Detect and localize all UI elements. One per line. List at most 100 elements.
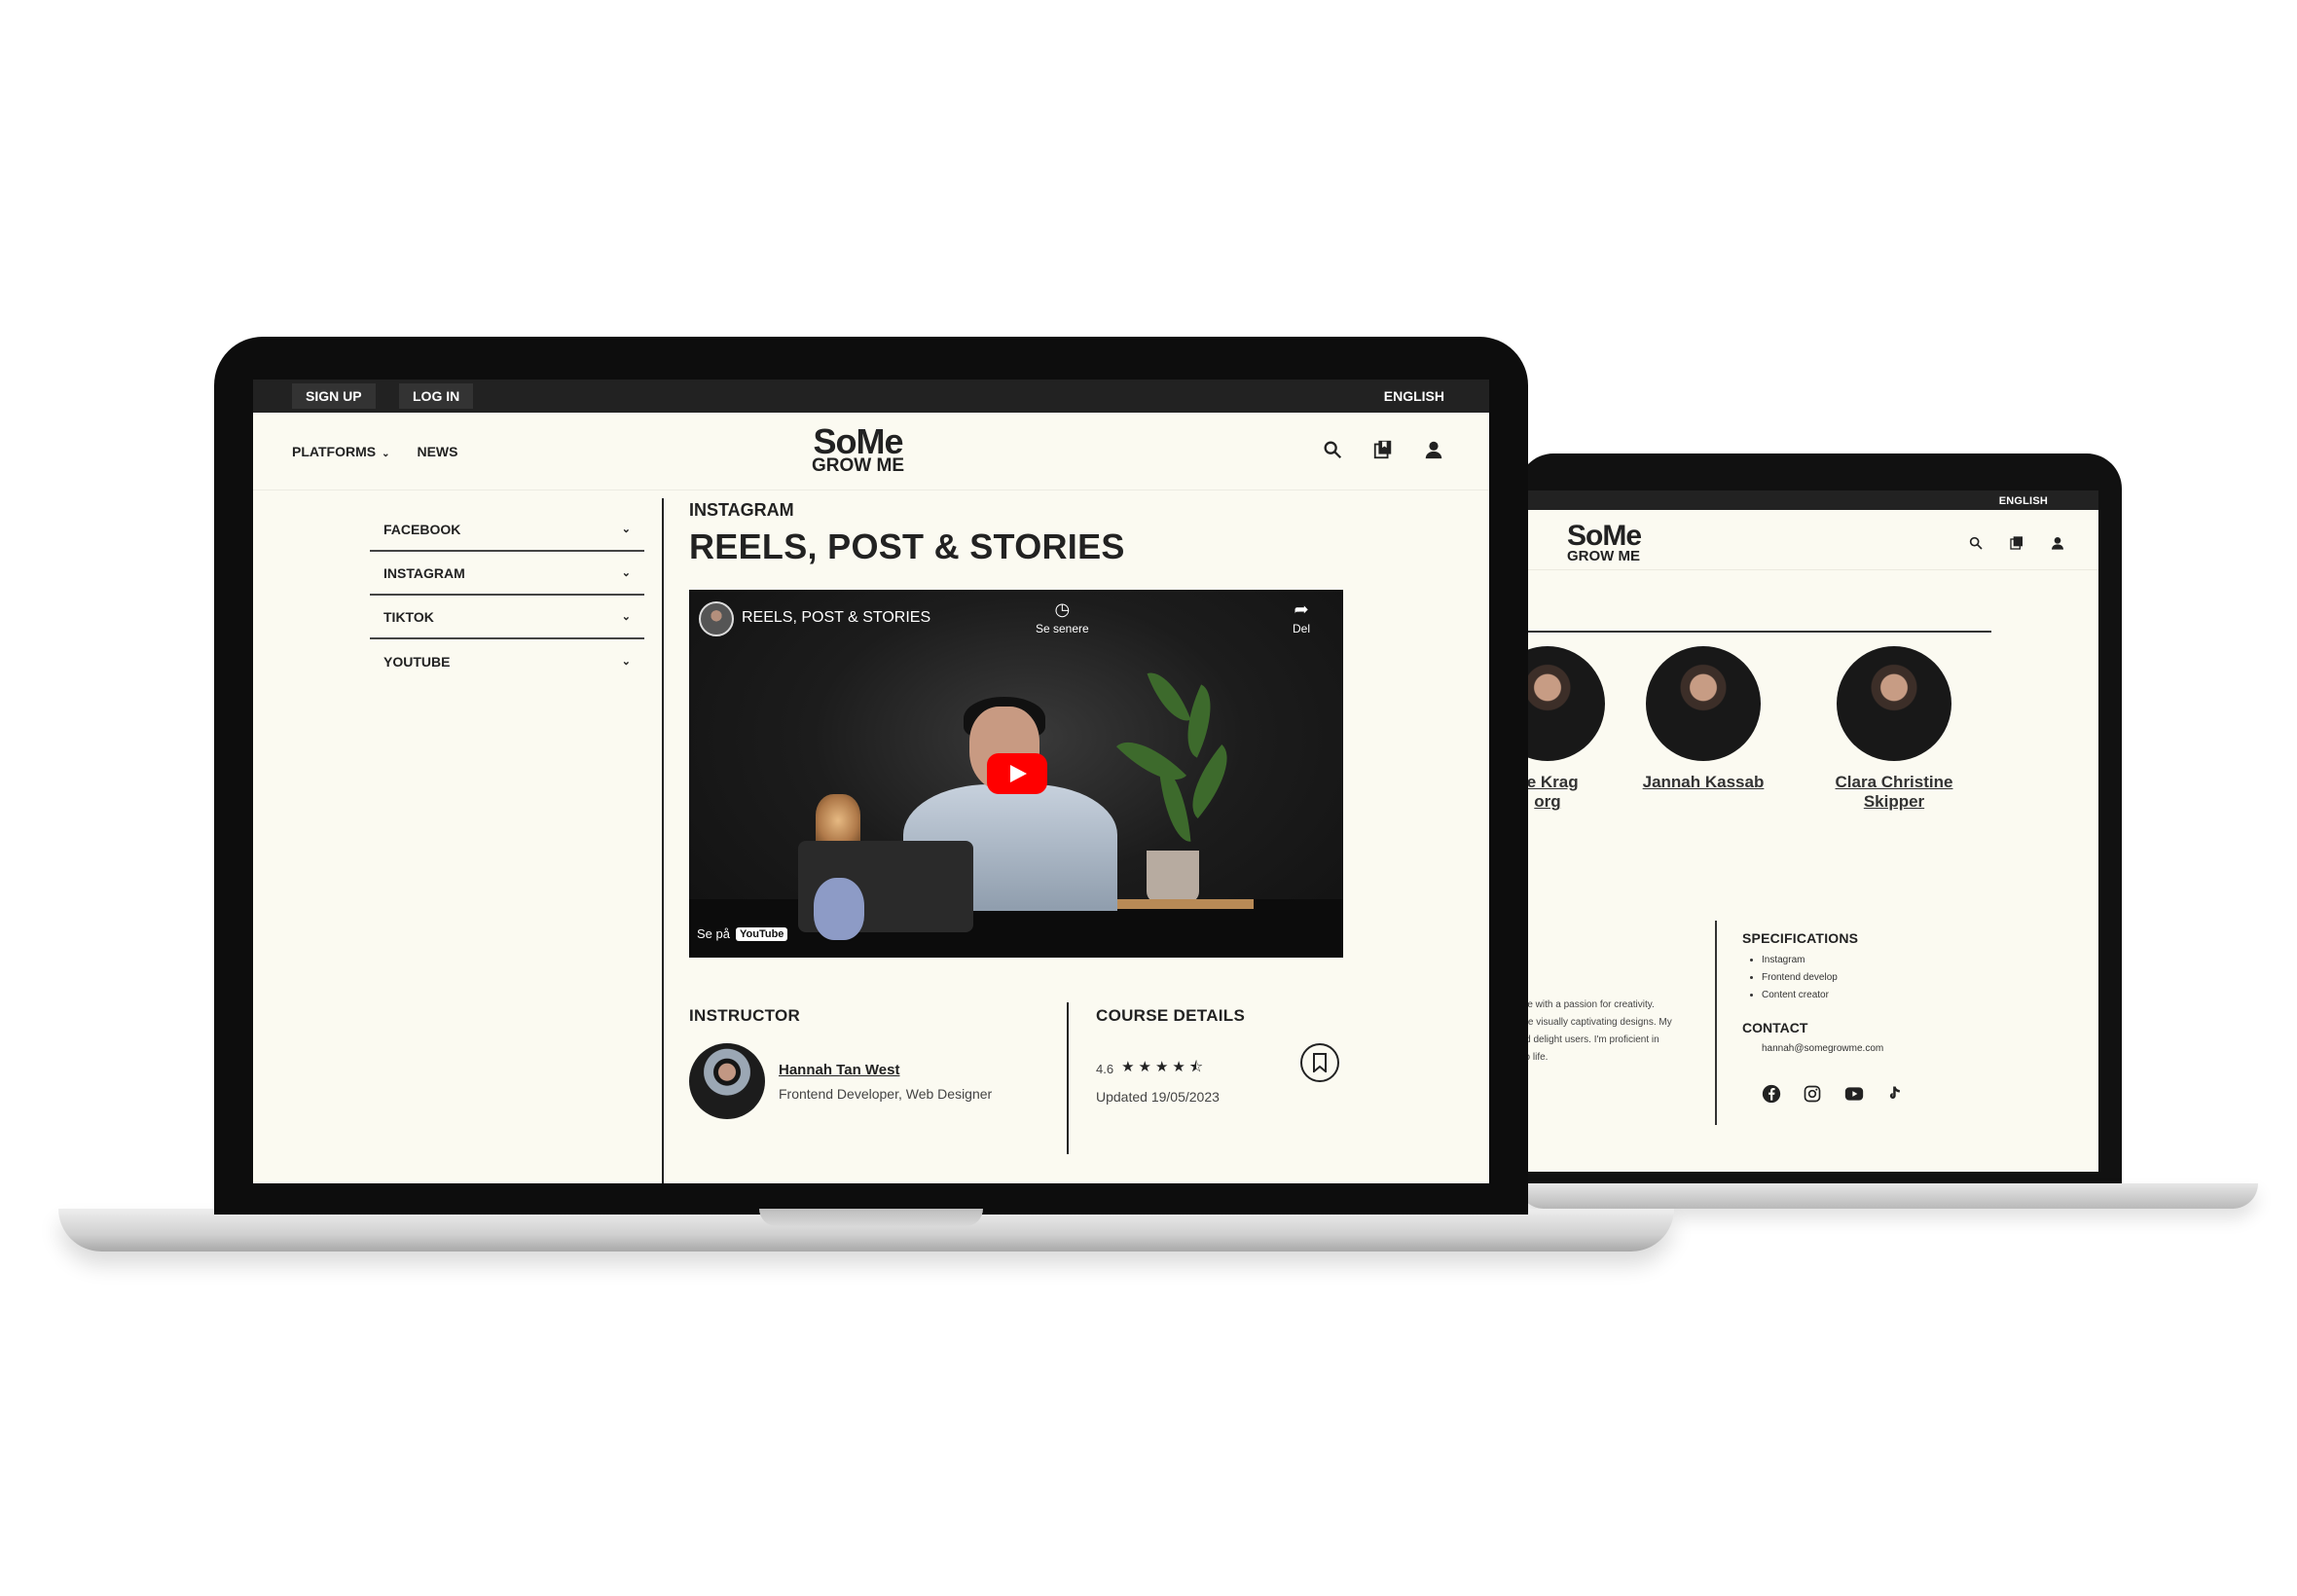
site-logo[interactable]: SoMe GROW ME	[812, 421, 904, 476]
facebook-icon[interactable]	[1762, 1084, 1781, 1104]
content-divider	[662, 498, 664, 1183]
share-icon: ➦	[1294, 599, 1309, 619]
back-logo-line1: SoMe	[1567, 520, 1642, 552]
watch-later-button[interactable]: ◷ Se senere	[1036, 599, 1089, 635]
sidebar-item-youtube[interactable]: YOUTUBE ⌄	[370, 639, 644, 683]
sidebar-item-instagram[interactable]: INSTAGRAM ⌄	[370, 552, 644, 596]
watch-later-label: Se senere	[1036, 622, 1089, 635]
spec-item: Instagram	[1762, 952, 1858, 969]
video-title[interactable]: REELS, POST & STORIES	[742, 609, 930, 627]
main-nav: PLATFORMS ⌄ NEWS	[292, 444, 457, 459]
chevron-down-icon: ⌄	[621, 656, 631, 668]
instagram-icon[interactable]	[1803, 1084, 1822, 1104]
tiktok-icon[interactable]	[1884, 1084, 1904, 1104]
chevron-down-icon: ⌄	[621, 524, 631, 535]
logo-line2: GROW ME	[812, 455, 904, 476]
play-button[interactable]	[987, 753, 1047, 794]
nav-news[interactable]: NEWS	[417, 444, 457, 459]
bio-line: and delight users. I'm proficient in	[1528, 1034, 1659, 1045]
sign-up-button[interactable]: SIGN UP	[292, 383, 376, 409]
instructor-name[interactable]: lte Kragorg	[1528, 773, 1625, 813]
video-player[interactable]: REELS, POST & STORIES ◷ Se senere ➦ Del Se…	[689, 590, 1343, 958]
spec-item: Content creator	[1762, 987, 1858, 1004]
instructor-section: INSTRUCTOR Hannah Tan West Frontend Deve…	[689, 1006, 992, 1119]
sidebar-item-label: INSTAGRAM	[383, 564, 465, 581]
chevron-down-icon: ⌄	[382, 449, 390, 459]
course-details: COURSE DETAILS 4.6 ★★★★⯪ Updated 19/05/2…	[1096, 1006, 1245, 1105]
back-laptop: ENGLISH SoMe GROW ME lte Kragorg	[1518, 453, 2258, 1209]
course-header: INSTAGRAM REELS, POST & STORIES	[689, 500, 1125, 567]
bookmark-icon	[1313, 1053, 1327, 1072]
chevron-down-icon: ⌄	[621, 567, 631, 579]
rating-value: 4.6	[1096, 1062, 1114, 1076]
back-topbar: ENGLISH	[1528, 490, 2098, 510]
channel-avatar[interactable]	[699, 601, 734, 636]
share-button[interactable]: ➦ Del	[1293, 599, 1310, 635]
contact-email[interactable]: hannah@somegrowme.com	[1762, 1043, 1883, 1054]
library-icon[interactable]	[1372, 439, 1394, 460]
search-icon[interactable]	[1322, 439, 1343, 460]
instructor-heading: INSTRUCTOR	[689, 1006, 801, 1025]
instructor-card[interactable]: lte Kragorg	[1528, 646, 1625, 813]
front-screen: SIGN UP LOG IN ENGLISH PLATFORMS ⌄ NEWS S…	[253, 380, 1489, 1183]
updated-date: Updated 19/05/2023	[1096, 1089, 1220, 1105]
avatar[interactable]	[689, 1043, 765, 1119]
mockup-stage: ENGLISH SoMe GROW ME lte Kragorg	[0, 0, 2297, 1596]
nav-platforms[interactable]: PLATFORMS ⌄	[292, 444, 389, 459]
sidebar-item-tiktok[interactable]: TIKTOK ⌄	[370, 596, 644, 639]
youtube-icon[interactable]	[1843, 1084, 1864, 1104]
front-laptop: SIGN UP LOG IN ENGLISH PLATFORMS ⌄ NEWS S…	[58, 337, 1674, 1261]
youtube-logo: YouTube	[735, 926, 788, 941]
language-selector[interactable]: ENGLISH	[1384, 388, 1444, 404]
back-header-icons	[1968, 535, 2065, 551]
search-icon[interactable]	[1968, 535, 1984, 551]
specifications-heading: SPECIFICATIONS	[1742, 930, 1859, 946]
log-in-button[interactable]: LOG IN	[399, 383, 474, 409]
instructor-photo	[1646, 646, 1761, 761]
course-platform: INSTAGRAM	[689, 500, 794, 520]
logo-line1: SoMe	[813, 421, 903, 461]
library-icon[interactable]	[2009, 535, 2024, 551]
instructor-name[interactable]: Clara Christine Skipper	[1816, 773, 1972, 813]
instructor-card[interactable]: Clara Christine Skipper	[1816, 646, 1972, 813]
page-title: REELS, POST & STORIES	[689, 526, 1125, 566]
rating: 4.6 ★★★★⯪	[1096, 1057, 1245, 1081]
details-divider	[1067, 1002, 1069, 1154]
chevron-down-icon: ⌄	[621, 611, 631, 623]
sidebar-item-label: FACEBOOK	[383, 521, 461, 537]
topbar: SIGN UP LOG IN ENGLISH	[253, 380, 1489, 413]
specifications-list: Instagram Frontend develop Content creat…	[1762, 952, 1858, 1004]
instructor-name-link[interactable]: Hannah Tan West	[779, 1062, 992, 1078]
back-laptop-base	[1518, 1183, 2258, 1209]
back-section-rule	[1528, 631, 1991, 633]
bio-line: rtise with a passion for creativity.	[1528, 999, 1655, 1010]
clock-icon: ◷	[1054, 599, 1071, 619]
back-language-selector[interactable]: ENGLISH	[1999, 495, 2048, 507]
nav-platforms-label: PLATFORMS	[292, 444, 377, 459]
specifications: SPECIFICATIONS Instagram Frontend develo…	[1742, 930, 1858, 1004]
watch-on-youtube[interactable]: Se på YouTube	[697, 926, 788, 941]
spec-item: Frontend develop	[1762, 969, 1858, 987]
video-scene-lamp	[816, 794, 860, 847]
platform-sidebar: FACEBOOK ⌄ INSTAGRAM ⌄ TIKTOK ⌄ YOUTUBE ⌄	[370, 508, 644, 683]
contact-heading: CONTACT	[1742, 1020, 1808, 1035]
instructor-bio: rtise with a passion for creativity. eat…	[1528, 997, 1713, 1067]
header: PLATFORMS ⌄ NEWS SoMe GROW ME	[253, 413, 1489, 490]
back-logo[interactable]: SoMe GROW ME	[1567, 520, 1642, 564]
user-icon[interactable]	[2050, 535, 2065, 551]
share-label: Del	[1293, 622, 1311, 635]
back-header: SoMe GROW ME	[1528, 510, 2098, 570]
bookmark-button[interactable]	[1300, 1043, 1339, 1082]
star-rating-icon: ★★★★⯪	[1121, 1059, 1208, 1075]
contact: CONTACT hannah@somegrowme.com	[1742, 1020, 1883, 1054]
sidebar-item-facebook[interactable]: FACEBOOK ⌄	[370, 508, 644, 552]
instructor-role: Frontend Developer, Web Designer	[779, 1085, 993, 1102]
video-scene-toy	[814, 878, 864, 940]
sidebar-item-label: TIKTOK	[383, 608, 434, 625]
user-icon[interactable]	[1423, 439, 1444, 460]
social-links	[1762, 1084, 1904, 1104]
instructor-name[interactable]: Jannah Kassab	[1625, 773, 1781, 792]
instructor-card[interactable]: Jannah Kassab	[1625, 646, 1781, 792]
header-icons	[1322, 439, 1444, 460]
back-screen: ENGLISH SoMe GROW ME lte Kragorg	[1528, 490, 2098, 1172]
